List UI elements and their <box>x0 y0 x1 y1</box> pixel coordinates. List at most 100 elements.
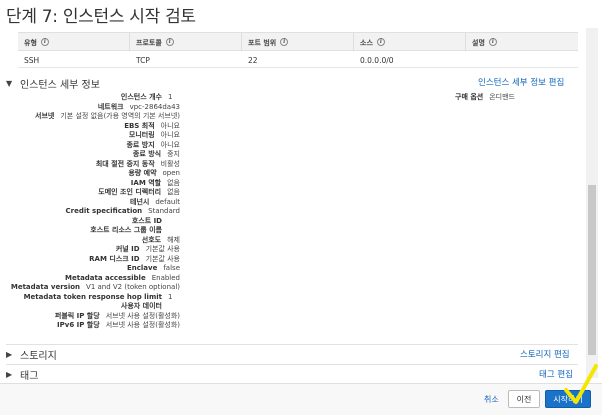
detail-row: 호스트 ID <box>0 217 180 227</box>
detail-label: 종료 방지 <box>126 140 155 149</box>
detail-value: 없음 <box>167 188 180 196</box>
previous-button[interactable]: 이전 <box>508 390 540 408</box>
detail-value: V1 and V2 (token optional) <box>86 283 180 291</box>
detail-label: 커널 ID <box>115 245 140 253</box>
purchase-option-label: 구매 옵션 <box>455 93 484 101</box>
page-title: 단계 7: 인스턴스 시작 검토 <box>6 7 196 27</box>
detail-value: 해제 <box>167 235 180 244</box>
cell-source: 0.0.0.0/0 <box>360 56 394 65</box>
detail-row: 인스턴스 개수 1 <box>0 93 180 103</box>
detail-row: 퍼블릭 IP 할당 서브넷 사용 설정(활성화) <box>0 312 180 322</box>
info-icon[interactable]: i <box>488 38 497 46</box>
edit-instance-details-link[interactable]: 인스턴스 세부 정보 편집 <box>478 76 564 88</box>
detail-label: 모니터링 <box>128 131 155 139</box>
security-group-rules-table: 유형 i 프로토콜 i 포트 범위 i 소스 i 설명 i SSH TCP 22 0.0.… <box>18 32 578 68</box>
column-header-description[interactable]: 설명 i <box>466 33 578 50</box>
detail-row: 커널 ID 기본값 사용 <box>0 245 180 255</box>
column-header-port-range[interactable]: 포트 범위 i <box>242 33 354 50</box>
detail-label: Enclave <box>126 264 158 272</box>
detail-value: 기본값 사용 <box>145 254 180 263</box>
detail-row: 용량 예약 open <box>0 169 180 179</box>
detail-label: 퍼블릭 IP 할당 <box>54 311 100 320</box>
detail-row: IPv6 IP 할당 서브넷 사용 설정(활성화) <box>0 321 180 331</box>
detail-row: 테넌시 default <box>0 198 180 208</box>
edit-tags-link[interactable]: 태그 편집 <box>539 368 573 380</box>
cell-protocol: TCP <box>136 56 150 65</box>
detail-value: 아니요 <box>160 131 180 139</box>
cancel-button[interactable]: 취소 <box>484 394 499 405</box>
detail-value: 1 <box>168 292 173 301</box>
detail-value: 비활성 <box>160 159 180 168</box>
detail-row: IAM 역할 없음 <box>0 179 180 189</box>
detail-value: vpc-2864da43 <box>129 102 180 111</box>
divider <box>6 364 578 365</box>
edit-storage-link[interactable]: 스토리지 편집 <box>520 348 570 360</box>
detail-row: RAM 디스크 ID 기본값 사용 <box>0 255 180 265</box>
detail-value: false <box>163 264 180 272</box>
caret-right-icon: ▶ <box>6 370 13 379</box>
caret-right-icon: ▶ <box>6 350 13 359</box>
cell-port-range: 22 <box>248 56 258 65</box>
purchase-option-value: 온디맨드 <box>489 93 515 101</box>
detail-row: 모니터링 아니요 <box>0 131 180 141</box>
detail-label: Credit specification <box>65 207 143 215</box>
detail-label: 서브넷 <box>35 112 55 120</box>
instance-details-list: 인스턴스 개수 1 네트워크 vpc-2864da43 서브넷 기본 설정 없음(가용 영… <box>0 93 180 331</box>
detail-value: 서브넷 사용 설정(활성화) <box>105 311 180 320</box>
detail-label: RAM 디스크 ID <box>89 254 140 263</box>
info-icon[interactable]: i <box>280 38 289 46</box>
detail-row: 도메인 조인 디렉터리 없음 <box>0 188 180 198</box>
detail-value: 서브넷 사용 설정(활성화) <box>105 321 180 329</box>
detail-row: Metadata version V1 and V2 (token optiona… <box>0 283 180 293</box>
table-header-row: 유형 i 프로토콜 i 포트 범위 i 소스 i 설명 i <box>18 32 578 51</box>
detail-label: IAM 역할 <box>130 178 162 187</box>
scrollbar-thumb[interactable] <box>588 185 596 355</box>
detail-label: 도메인 조인 디렉터리 <box>98 188 162 196</box>
tags-section-title: 태그 <box>20 371 39 382</box>
detail-row: 사용자 데이터 <box>0 302 180 312</box>
detail-label: Metadata accessible <box>65 273 146 282</box>
column-header-protocol[interactable]: 프로토콜 i <box>130 33 242 50</box>
detail-label: 용량 예약 <box>128 169 157 177</box>
detail-label: 호스트 리소스 그룹 이름 <box>90 226 162 234</box>
detail-label: Metadata version <box>10 283 81 291</box>
info-icon[interactable]: i <box>376 38 385 46</box>
detail-label: 인스턴스 개수 <box>120 93 162 101</box>
detail-value: 중지 <box>167 150 180 158</box>
detail-row: 네트워크 vpc-2864da43 <box>0 103 180 113</box>
column-header-type[interactable]: 유형 i <box>18 33 130 50</box>
launch-button[interactable]: 시작하기 <box>545 390 591 408</box>
purchase-option: 구매 옵션 온디맨드 <box>455 93 515 103</box>
column-header-source[interactable]: 소스 i <box>354 33 466 50</box>
detail-row: Metadata token response hop limit 1 <box>0 293 180 303</box>
detail-label: 호스트 ID <box>131 216 162 225</box>
detail-value: open <box>162 169 180 177</box>
detail-label: 네트워크 <box>97 102 124 111</box>
detail-label: Metadata token response hop limit <box>23 292 162 301</box>
detail-value: 없음 <box>167 178 180 187</box>
cell-type: SSH <box>24 56 40 65</box>
detail-value: Standard <box>148 207 180 215</box>
detail-row: Metadata accessible Enabled <box>0 274 180 284</box>
storage-section-toggle[interactable]: ▶ 스토리지 <box>6 347 57 362</box>
detail-label: 최대 절전 중지 동작 <box>95 159 155 168</box>
detail-value: default <box>155 197 180 206</box>
caret-down-icon: ▼ <box>6 79 13 88</box>
detail-row: 선호도 해제 <box>0 236 180 246</box>
tags-section-toggle[interactable]: ▶ 태그 <box>6 367 38 382</box>
cell-description <box>466 51 578 67</box>
info-icon[interactable]: i <box>40 38 49 46</box>
detail-row: 종료 방지 아니요 <box>0 141 180 151</box>
detail-row: EBS 최적 아니요 <box>0 122 180 132</box>
detail-label: IPv6 IP 할당 <box>57 321 100 329</box>
instance-details-section-title: 인스턴스 세부 정보 <box>20 80 100 91</box>
detail-label: 종료 방식 <box>132 150 162 158</box>
instance-details-section-toggle[interactable]: ▼ 인스턴스 세부 정보 <box>6 76 100 91</box>
detail-value: 아니요 <box>160 140 180 149</box>
info-icon[interactable]: i <box>165 38 174 46</box>
detail-value: 기본 설정 없음(가용 영역의 기본 서브넷) <box>60 112 180 120</box>
detail-label: EBS 최적 <box>124 121 155 130</box>
detail-value: 아니요 <box>160 121 180 130</box>
detail-value: 기본값 사용 <box>145 245 180 253</box>
detail-row: Credit specification Standard <box>0 207 180 217</box>
